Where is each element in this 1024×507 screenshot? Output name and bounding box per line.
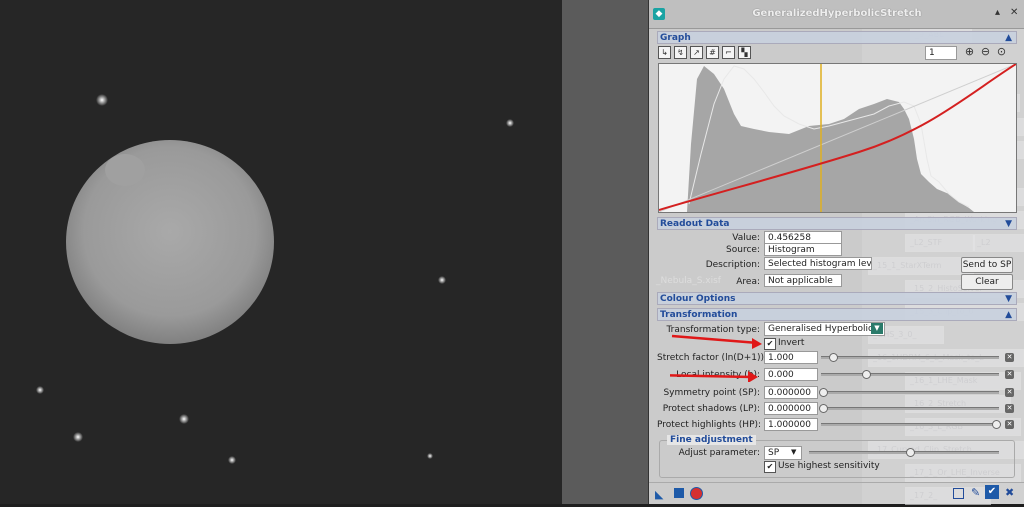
preview-icon[interactable]	[690, 487, 703, 500]
colour-options-header-label: Colour Options	[660, 294, 736, 304]
arrow-invert	[671, 334, 759, 345]
arrow-local-intensity	[670, 374, 753, 379]
collapse-icon[interactable]: ▲	[1005, 309, 1012, 322]
reset-icon[interactable]: ✕	[1005, 353, 1014, 362]
fine-adjustment-title: Fine adjustment	[667, 435, 756, 445]
zoom-in-icon[interactable]: ⊕	[964, 46, 975, 57]
apply-global-icon[interactable]	[674, 488, 684, 498]
reset-dialog-icon[interactable]: ✖	[1005, 486, 1014, 499]
protect-shadows-label: Protect shadows (LP):	[662, 404, 760, 414]
transformation-header-label: Transformation	[660, 310, 738, 320]
highest-sensitivity-checkbox[interactable]: ✔	[764, 461, 776, 473]
zoom-reset-icon[interactable]: ⊙	[996, 46, 1007, 57]
annotation-arrows	[670, 334, 762, 382]
shade-icon[interactable]: ▴	[995, 7, 1000, 18]
send-to-sp-button[interactable]: Send to SP	[961, 257, 1013, 273]
value-label: Value:	[732, 233, 760, 243]
adjust-parameter-label: Adjust parameter:	[678, 448, 760, 458]
graph-tool-2-icon[interactable]: ↯	[674, 46, 687, 59]
browse-docs-icon[interactable]	[953, 488, 964, 499]
close-icon[interactable]: ✕	[1010, 7, 1018, 18]
graph-section-header[interactable]: Graph ▲	[657, 31, 1017, 44]
dialog-title: GeneralizedHyperbolicStretch	[752, 8, 922, 19]
area-field: Not applicable	[764, 274, 842, 287]
zoom-spinbox[interactable]: 1	[925, 46, 957, 60]
protect-shadows-field[interactable]: 0.000000	[764, 402, 818, 415]
expand-icon[interactable]: ▼	[1005, 218, 1012, 231]
collapse-icon[interactable]: ▲	[1005, 32, 1012, 45]
reset-icon[interactable]: ✕	[1005, 420, 1014, 429]
star	[427, 453, 433, 459]
zoom-out-icon[interactable]: ⊖	[980, 46, 991, 57]
stretch-graph[interactable]	[658, 63, 1017, 213]
expand-icon[interactable]: ▼	[1005, 293, 1012, 306]
edit-instance-icon[interactable]: ✎	[971, 486, 980, 499]
protect-shadows-slider-handle[interactable]	[819, 404, 828, 413]
ok-check-icon[interactable]: ✔	[985, 485, 999, 499]
description-label: Description:	[705, 260, 760, 270]
log-scale-icon[interactable]: ⌐	[722, 46, 735, 59]
protect-shadows-slider[interactable]	[821, 407, 999, 410]
stretch-factor-slider-handle[interactable]	[829, 353, 838, 362]
chevron-down-icon[interactable]: ▼	[871, 323, 883, 334]
symmetry-point-field[interactable]: 0.000000	[764, 386, 818, 399]
planetary-disc	[66, 140, 274, 344]
histogram-icon[interactable]: ▚	[738, 46, 751, 59]
graph-tool-3-icon[interactable]: ↗	[690, 46, 703, 59]
reset-icon[interactable]: ✕	[1005, 370, 1014, 379]
clear-button[interactable]: Clear	[961, 274, 1013, 290]
graph-tool-1-icon[interactable]: ↳	[658, 46, 671, 59]
stretch-factor-slider[interactable]	[821, 356, 999, 359]
image-window-border	[562, 0, 648, 504]
ghs-dialog: ◆ GeneralizedHyperbolicStretch ▴ ✕ Graph…	[648, 0, 1024, 504]
symmetry-point-slider-handle[interactable]	[819, 388, 828, 397]
description-field: Selected histogram level	[764, 257, 872, 270]
reset-icon[interactable]: ✕	[1005, 404, 1014, 413]
astro-image-view[interactable]	[0, 0, 562, 504]
dialog-titlebar[interactable]: ◆ GeneralizedHyperbolicStretch ▴ ✕	[649, 0, 1024, 29]
star	[36, 386, 44, 394]
local-intensity-slider[interactable]	[821, 373, 999, 376]
star	[228, 456, 236, 464]
protect-highlights-field[interactable]: 1.000000	[764, 418, 818, 431]
star	[179, 414, 189, 424]
star	[73, 432, 83, 442]
source-label: Source:	[726, 245, 760, 255]
transformation-section-header[interactable]: Transformation ▲	[657, 308, 1017, 321]
star	[506, 119, 514, 127]
astro-image	[36, 94, 514, 464]
protect-highlights-slider-handle[interactable]	[992, 420, 1001, 429]
new-instance-icon[interactable]: ◣	[655, 488, 663, 501]
star	[438, 276, 446, 284]
highest-sensitivity-label: Use highest sensitivity	[778, 461, 880, 471]
underlying-window-title: _Nebula_S.xisf	[656, 276, 721, 286]
local-intensity-slider-handle[interactable]	[862, 370, 871, 379]
grid-icon[interactable]: #	[706, 46, 719, 59]
readout-header-label: Readout Data	[660, 219, 730, 229]
readout-section-header[interactable]: Readout Data ▼	[657, 217, 1017, 230]
graph-canvas	[658, 63, 1017, 213]
reset-icon[interactable]: ✕	[1005, 388, 1014, 397]
fine-adjustment-group	[659, 440, 1015, 478]
chevron-down-icon[interactable]: ▼	[791, 448, 796, 456]
transformation-type-select[interactable]: Generalised Hyperbolic	[764, 322, 885, 336]
dialog-bottom-bar: ◣ ✎ ✔ ✖	[649, 482, 1024, 505]
fine-adjust-slider-handle[interactable]	[906, 448, 915, 457]
protect-highlights-label: Protect highlights (HP):	[657, 420, 762, 430]
graph-header-label: Graph	[660, 33, 691, 43]
fine-adjust-slider[interactable]	[809, 451, 999, 454]
star	[96, 94, 108, 106]
invert-label: Invert	[778, 338, 805, 348]
colour-options-section-header[interactable]: Colour Options ▼	[657, 292, 1017, 305]
symmetry-point-label: Symmetry point (SP):	[663, 388, 760, 398]
protect-highlights-slider[interactable]	[821, 423, 999, 426]
symmetry-point-slider[interactable]	[821, 391, 999, 394]
source-field: Histogram	[764, 243, 842, 256]
